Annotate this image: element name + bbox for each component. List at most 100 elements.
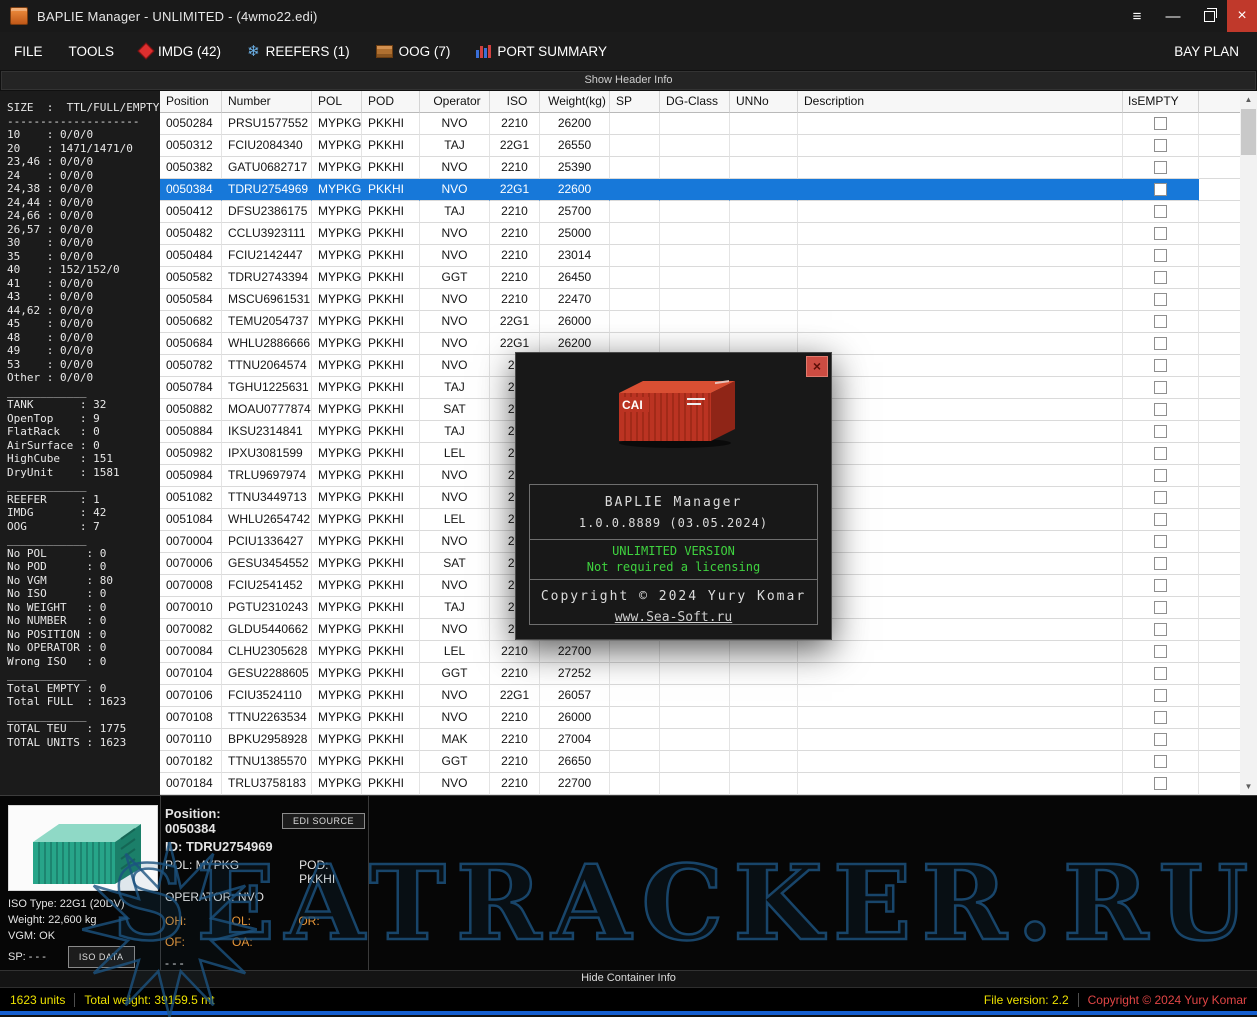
table-row[interactable]: 0070110BPKU2958928MYPKGPKKHIMAK221027004 bbox=[160, 729, 1240, 751]
cell-sp bbox=[610, 201, 660, 223]
table-row[interactable]: 0070108TTNU2263534MYPKGPKKHINVO221026000 bbox=[160, 707, 1240, 729]
table-row[interactable]: 0050584MSCU6961531MYPKGPKKHINVO221022470 bbox=[160, 289, 1240, 311]
column-header-weight-kg-[interactable]: Weight(kg) bbox=[540, 91, 610, 113]
isempty-checkbox[interactable] bbox=[1154, 139, 1167, 152]
isempty-checkbox[interactable] bbox=[1154, 579, 1167, 592]
isempty-checkbox[interactable] bbox=[1154, 381, 1167, 394]
cell-pol: MYPKG bbox=[312, 245, 362, 267]
menu-port-summary[interactable]: PORT SUMMARY bbox=[476, 44, 607, 59]
edi-source-button[interactable]: EDI SOURCE bbox=[282, 813, 365, 829]
isempty-checkbox[interactable] bbox=[1154, 623, 1167, 636]
cell-pod: PKKHI bbox=[362, 333, 420, 355]
ol-label: OL: bbox=[232, 914, 299, 928]
table-row[interactable]: 0070182TTNU1385570MYPKGPKKHIGGT221026650 bbox=[160, 751, 1240, 773]
table-row[interactable]: 0070104GESU2288605MYPKGPKKHIGGT221027252 bbox=[160, 663, 1240, 685]
isempty-checkbox[interactable] bbox=[1154, 337, 1167, 350]
column-header-description[interactable]: Description bbox=[798, 91, 1123, 113]
table-row[interactable]: 0050682TEMU2054737MYPKGPKKHINVO22G126000 bbox=[160, 311, 1240, 333]
hamburger-menu-icon[interactable]: ≡ bbox=[1119, 0, 1155, 32]
isempty-checkbox[interactable] bbox=[1154, 359, 1167, 372]
dialog-close-button[interactable]: × bbox=[806, 356, 828, 377]
isempty-checkbox[interactable] bbox=[1154, 777, 1167, 790]
maximize-button[interactable] bbox=[1191, 0, 1227, 32]
column-header-pod[interactable]: POD bbox=[362, 91, 420, 113]
column-header-operator[interactable]: Operator bbox=[420, 91, 490, 113]
column-header-dg-class[interactable]: DG-Class bbox=[660, 91, 730, 113]
menu-tools[interactable]: TOOLS bbox=[69, 44, 115, 59]
isempty-checkbox[interactable] bbox=[1154, 491, 1167, 504]
isempty-checkbox[interactable] bbox=[1154, 711, 1167, 724]
cell-pol: MYPKG bbox=[312, 685, 362, 707]
menu-oog[interactable]: OOG (7) bbox=[376, 44, 451, 59]
isempty-checkbox[interactable] bbox=[1154, 161, 1167, 174]
isempty-checkbox[interactable] bbox=[1154, 425, 1167, 438]
menu-reefers[interactable]: ❄ REEFERS (1) bbox=[247, 44, 350, 59]
cell-un bbox=[730, 267, 798, 289]
isempty-checkbox[interactable] bbox=[1154, 557, 1167, 570]
cell-pol: MYPKG bbox=[312, 553, 362, 575]
table-row[interactable]: 0070184TRLU3758183MYPKGPKKHINVO221022700 bbox=[160, 773, 1240, 795]
scrollbar-thumb[interactable] bbox=[1241, 109, 1256, 155]
isempty-checkbox[interactable] bbox=[1154, 249, 1167, 262]
table-row[interactable]: 0050284PRSU1577552MYPKGPKKHINVO221026200 bbox=[160, 113, 1240, 135]
table-row[interactable]: 0050382GATU0682717MYPKGPKKHINVO221025390 bbox=[160, 157, 1240, 179]
minimize-button[interactable]: — bbox=[1155, 0, 1191, 32]
iso-data-button[interactable]: ISO DATA bbox=[68, 946, 135, 968]
cell-isempty bbox=[1123, 773, 1199, 795]
isempty-checkbox[interactable] bbox=[1154, 755, 1167, 768]
table-row[interactable]: 0050582TDRU2743394MYPKGPKKHIGGT221026450 bbox=[160, 267, 1240, 289]
isempty-checkbox[interactable] bbox=[1154, 403, 1167, 416]
cell-num: FCIU2084340 bbox=[222, 135, 312, 157]
menu-bay-plan[interactable]: BAY PLAN bbox=[1174, 44, 1257, 59]
cell-desc bbox=[798, 597, 1123, 619]
isempty-checkbox[interactable] bbox=[1154, 293, 1167, 306]
status-copyright: Copyright © 2024 Yury Komar bbox=[1088, 993, 1247, 1007]
column-header-sp[interactable]: SP bbox=[610, 91, 660, 113]
isempty-checkbox[interactable] bbox=[1154, 601, 1167, 614]
table-row[interactable]: 0070106FCIU3524110MYPKGPKKHINVO22G126057 bbox=[160, 685, 1240, 707]
isempty-checkbox[interactable] bbox=[1154, 227, 1167, 240]
menu-imdg[interactable]: IMDG (42) bbox=[140, 44, 221, 59]
isempty-checkbox[interactable] bbox=[1154, 271, 1167, 284]
table-row[interactable]: 0070084CLHU2305628MYPKGPKKHILEL221022700 bbox=[160, 641, 1240, 663]
table-row[interactable]: 0050384TDRU2754969MYPKGPKKHINVO22G122600 bbox=[160, 179, 1240, 201]
isempty-checkbox[interactable] bbox=[1154, 733, 1167, 746]
cell-sp bbox=[610, 685, 660, 707]
isempty-checkbox[interactable] bbox=[1154, 117, 1167, 130]
isempty-checkbox[interactable] bbox=[1154, 315, 1167, 328]
column-header-iso[interactable]: ISO bbox=[490, 91, 540, 113]
table-row[interactable]: 0050484FCIU2142447MYPKGPKKHINVO221023014 bbox=[160, 245, 1240, 267]
isempty-checkbox[interactable] bbox=[1154, 447, 1167, 460]
isempty-checkbox[interactable] bbox=[1154, 513, 1167, 526]
table-row[interactable]: 0050312FCIU2084340MYPKGPKKHITAJ22G126550 bbox=[160, 135, 1240, 157]
show-header-info-toggle[interactable]: Show Header Info bbox=[1, 71, 1256, 90]
hide-container-info-toggle[interactable]: Hide Container Info bbox=[0, 970, 1257, 987]
cell-desc bbox=[798, 641, 1123, 663]
vertical-scrollbar[interactable]: ▲ ▼ bbox=[1240, 91, 1257, 795]
close-button[interactable]: × bbox=[1227, 0, 1257, 32]
cell-desc bbox=[798, 509, 1123, 531]
menu-file[interactable]: FILE bbox=[14, 44, 43, 59]
isempty-checkbox[interactable] bbox=[1154, 689, 1167, 702]
isempty-checkbox[interactable] bbox=[1154, 535, 1167, 548]
table-row[interactable]: 0050412DFSU2386175MYPKGPKKHITAJ221025700 bbox=[160, 201, 1240, 223]
cell-desc bbox=[798, 355, 1123, 377]
isempty-checkbox[interactable] bbox=[1154, 469, 1167, 482]
scroll-up-icon[interactable]: ▲ bbox=[1240, 91, 1257, 108]
website-link[interactable]: www.Sea-Soft.ru bbox=[530, 610, 817, 625]
cell-pod: PKKHI bbox=[362, 289, 420, 311]
isempty-checkbox[interactable] bbox=[1154, 205, 1167, 218]
cell-un bbox=[730, 773, 798, 795]
column-header-unno[interactable]: UNNo bbox=[730, 91, 798, 113]
column-header-number[interactable]: Number bbox=[222, 91, 312, 113]
column-header-position[interactable]: Position bbox=[160, 91, 222, 113]
table-row[interactable]: 0050482CCLU3923111MYPKGPKKHINVO221025000 bbox=[160, 223, 1240, 245]
column-header-isempty[interactable]: IsEMPTY bbox=[1123, 91, 1199, 113]
scroll-down-icon[interactable]: ▼ bbox=[1240, 778, 1257, 795]
isempty-checkbox[interactable] bbox=[1154, 667, 1167, 680]
cell-pos: 0051082 bbox=[160, 487, 222, 509]
column-header-pol[interactable]: POL bbox=[312, 91, 362, 113]
isempty-checkbox[interactable] bbox=[1154, 183, 1167, 196]
cell-pol: MYPKG bbox=[312, 597, 362, 619]
isempty-checkbox[interactable] bbox=[1154, 645, 1167, 658]
